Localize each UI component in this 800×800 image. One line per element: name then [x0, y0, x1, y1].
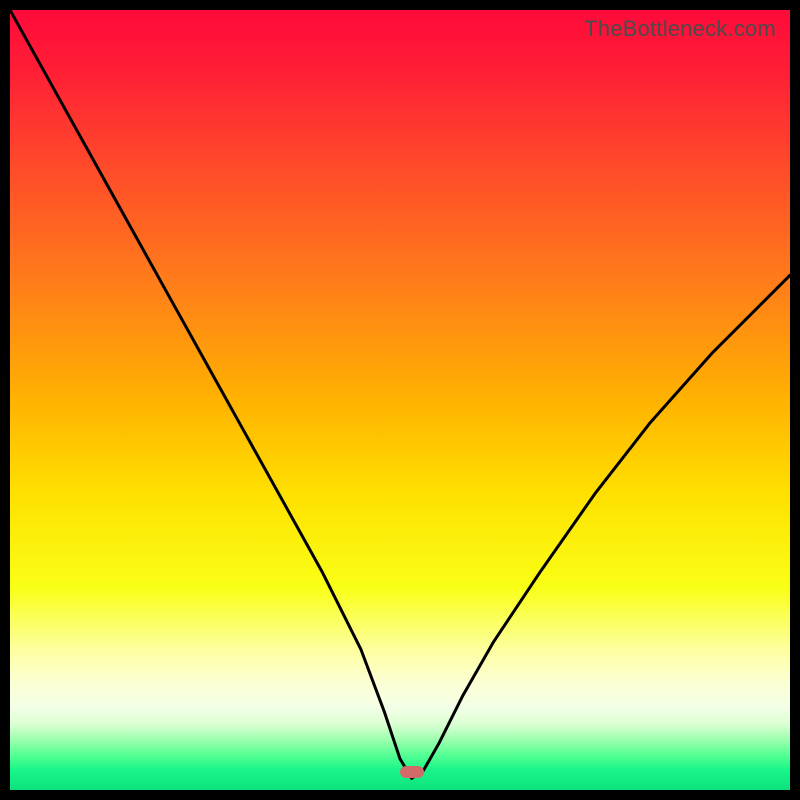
min-marker: [400, 766, 424, 778]
chart-frame: TheBottleneck.com: [10, 10, 790, 790]
chart-svg: [10, 10, 790, 790]
watermark-text: TheBottleneck.com: [584, 16, 776, 42]
chart-background: [10, 10, 790, 790]
